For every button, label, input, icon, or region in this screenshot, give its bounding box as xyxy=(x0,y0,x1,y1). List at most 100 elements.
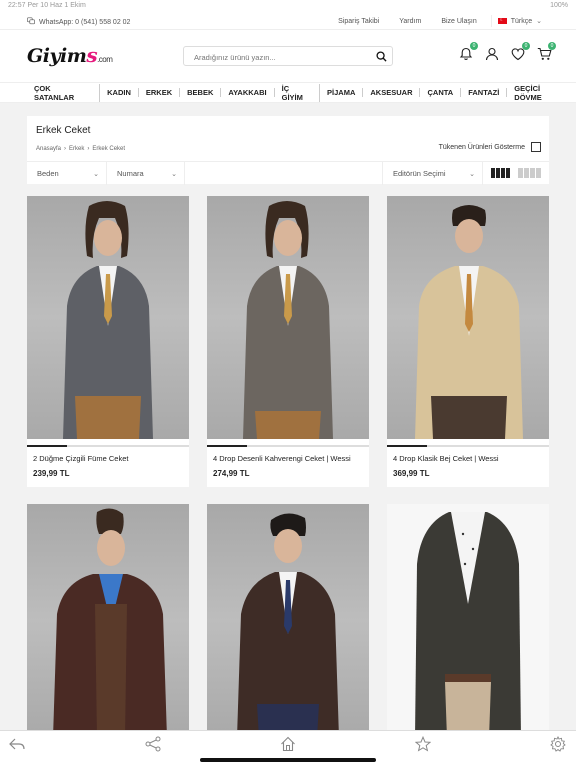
notifications-badge: 0 xyxy=(470,42,478,50)
favorites-button[interactable] xyxy=(414,735,432,753)
site-header: Giyims.com 0 0 0 xyxy=(0,30,576,82)
model-illustration xyxy=(237,513,339,738)
product-image[interactable] xyxy=(387,504,549,738)
breadcrumb-current: Erkek Ceket xyxy=(92,146,126,152)
product-image[interactable] xyxy=(387,196,549,439)
product-image[interactable] xyxy=(27,504,189,738)
logo-accent: s xyxy=(86,43,98,67)
cart-button[interactable]: 0 xyxy=(536,42,556,62)
nav-item-accessories[interactable]: AKSESUAR xyxy=(363,88,421,97)
site-logo[interactable]: Giyims.com xyxy=(27,43,113,67)
breadcrumb-separator-icon: › xyxy=(64,146,67,152)
language-label: Türkçe xyxy=(510,17,533,25)
product-divider xyxy=(207,445,369,447)
grid-4-columns-icon[interactable] xyxy=(518,168,541,178)
search-icon xyxy=(375,50,387,62)
status-time: 22:57 Per 10 Haz 1 Ekim xyxy=(8,2,86,9)
product-price: 239,99 TL xyxy=(33,469,70,478)
grid-3-columns-icon[interactable] xyxy=(491,168,510,178)
model-illustration xyxy=(53,508,167,738)
status-bar: 22:57 Per 10 Haz 1 Ekim 100% xyxy=(0,0,576,12)
bottom-toolbar xyxy=(0,730,576,768)
gear-icon xyxy=(550,736,566,752)
product-card[interactable]: 4 Drop Desenli Kahverengi Ceket | Wessi … xyxy=(207,196,369,487)
logo-text: Giyim xyxy=(27,45,87,67)
sort-label: Editörün Seçimi xyxy=(393,169,446,178)
breadcrumb-separator-icon: › xyxy=(87,146,90,152)
product-image[interactable] xyxy=(27,196,189,439)
product-card[interactable] xyxy=(207,504,369,738)
home-button[interactable] xyxy=(279,735,297,753)
model-illustration xyxy=(63,201,153,439)
breadcrumb-men[interactable]: Erkek xyxy=(69,146,84,152)
settings-button[interactable] xyxy=(549,735,567,753)
nav-item-underwear[interactable]: İÇ GİYİM xyxy=(275,83,321,102)
product-image[interactable] xyxy=(207,196,369,439)
filter-bar: Beden ⌄ Numara ⌄ Editörün Seçimi ⌄ xyxy=(27,161,549,185)
nav-item-fantasy[interactable]: FANTAZİ xyxy=(461,88,508,97)
sort-dropdown[interactable]: Editörün Seçimi ⌄ xyxy=(383,162,483,185)
whatsapp-contact[interactable]: WhatsApp: 0 (541) 558 02 02 xyxy=(27,17,130,27)
product-image[interactable] xyxy=(207,504,369,738)
turkey-flag-icon xyxy=(497,17,507,24)
jacket-illustration xyxy=(415,512,521,738)
contact-link[interactable]: Bize Ulaşın xyxy=(431,18,486,25)
home-indicator xyxy=(200,758,376,762)
product-card[interactable]: 4 Drop Klasik Bej Ceket | Wessi 369,99 T… xyxy=(387,196,549,487)
search-input[interactable] xyxy=(184,48,364,67)
status-battery: 100% xyxy=(550,2,568,9)
top-info-bar: WhatsApp: 0 (541) 558 02 02 Sipariş Taki… xyxy=(0,12,576,30)
nav-item-men[interactable]: ERKEK xyxy=(139,88,181,97)
product-divider xyxy=(27,445,189,447)
product-price: 369,99 TL xyxy=(393,469,430,478)
product-price: 274,99 TL xyxy=(213,469,250,478)
nav-item-pajamas[interactable]: PİJAMA xyxy=(320,88,364,97)
wishlist-badge: 0 xyxy=(522,42,530,50)
nav-item-shoes[interactable]: AYAKKABI xyxy=(221,88,275,97)
chevron-down-icon: ⌄ xyxy=(536,18,542,25)
model-illustration xyxy=(243,201,333,439)
breadcrumb-home[interactable]: Anasayfa xyxy=(36,146,61,152)
search-box xyxy=(183,46,393,67)
size-filter-label: Beden xyxy=(37,169,59,178)
product-name[interactable]: 4 Drop Desenli Kahverengi Ceket | Wessi xyxy=(207,447,369,463)
home-icon xyxy=(281,736,295,752)
cart-badge: 0 xyxy=(548,42,556,50)
model-illustration xyxy=(415,205,523,439)
product-name[interactable]: 4 Drop Klasik Bej Ceket | Wessi xyxy=(387,447,549,463)
nav-item-bestsellers[interactable]: ÇOK SATANLAR xyxy=(27,83,101,102)
wishlist-button[interactable]: 0 xyxy=(510,42,530,62)
whatsapp-number: WhatsApp: 0 (541) 558 02 02 xyxy=(39,18,131,26)
notifications-button[interactable]: 0 xyxy=(458,42,478,62)
star-icon xyxy=(415,736,431,752)
size-filter-dropdown[interactable]: Beden ⌄ xyxy=(27,162,107,185)
hide-out-of-stock-toggle[interactable]: Tükenen Ürünleri Gösterme xyxy=(439,142,541,152)
nav-item-temporary-tattoo[interactable]: GEÇİCİ DÖVME xyxy=(507,84,576,102)
chevron-down-icon: ⌄ xyxy=(469,170,475,178)
number-filter-label: Numara xyxy=(117,169,144,178)
grid-view-toggle xyxy=(483,162,547,184)
product-card[interactable] xyxy=(387,504,549,738)
share-button[interactable] xyxy=(144,735,162,753)
back-button[interactable] xyxy=(8,735,26,753)
product-name[interactable]: 2 Düğme Çizgili Füme Ceket xyxy=(27,447,189,463)
nav-item-baby[interactable]: BEBEK xyxy=(180,88,222,97)
product-card[interactable]: 2 Düğme Çizgili Füme Ceket 239,99 TL xyxy=(27,196,189,487)
breadcrumb: Anasayfa › Erkek › Erkek Ceket xyxy=(36,146,125,152)
nav-item-women[interactable]: KADIN xyxy=(100,88,139,97)
user-icon xyxy=(485,47,499,61)
help-link[interactable]: Yardım xyxy=(389,18,431,25)
back-arrow-icon xyxy=(9,738,25,750)
hide-out-of-stock-checkbox[interactable] xyxy=(531,142,541,152)
nav-item-bags[interactable]: ÇANTA xyxy=(420,88,462,97)
page-title: Erkek Ceket xyxy=(36,125,91,136)
product-card[interactable] xyxy=(27,504,189,738)
hide-out-of-stock-label: Tükenen Ürünleri Gösterme xyxy=(438,143,525,151)
share-icon xyxy=(145,736,161,752)
whatsapp-icon xyxy=(27,17,35,27)
language-selector[interactable]: Türkçe ⌄ xyxy=(490,15,548,27)
search-button[interactable] xyxy=(370,47,392,65)
order-tracking-link[interactable]: Sipariş Takibi xyxy=(328,18,389,25)
number-filter-dropdown[interactable]: Numara ⌄ xyxy=(107,162,185,185)
account-button[interactable] xyxy=(484,46,500,62)
